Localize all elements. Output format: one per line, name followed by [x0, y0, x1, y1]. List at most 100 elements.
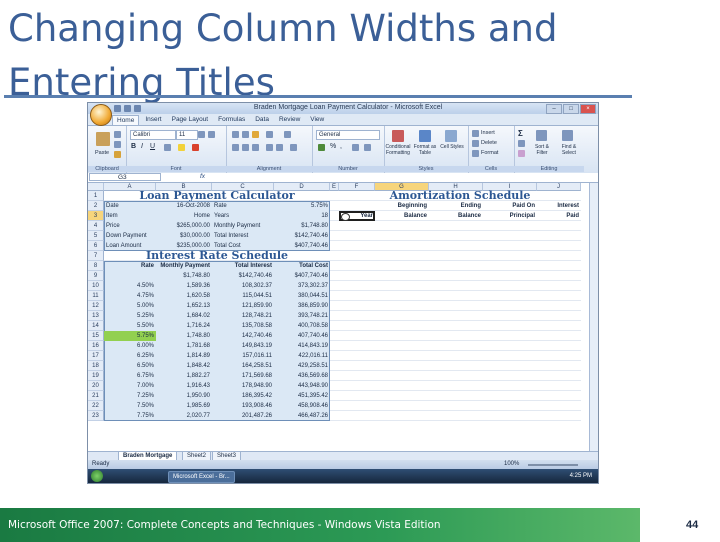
- loan-label-cell[interactable]: Loan Amount: [104, 241, 156, 251]
- format-as-table-icon[interactable]: [419, 130, 431, 142]
- rate-row-cell[interactable]: 121,859.90: [212, 301, 274, 311]
- rate-row-cell[interactable]: 7.25%: [104, 391, 156, 401]
- font-color-icon[interactable]: [192, 144, 199, 151]
- grow-font-icon[interactable]: [198, 131, 205, 138]
- paste-button[interactable]: Paste: [95, 150, 109, 156]
- row-header-12[interactable]: 12: [88, 301, 104, 311]
- amortization-header-bottom[interactable]: Principal: [483, 211, 537, 221]
- copy-icon[interactable]: [114, 141, 121, 148]
- loan-value-cell[interactable]: Home: [156, 211, 212, 221]
- rate-row-cell[interactable]: 4.75%: [104, 291, 156, 301]
- rate-row-cell[interactable]: 1,620.58: [156, 291, 212, 301]
- rate-row-cell[interactable]: 7.00%: [104, 381, 156, 391]
- rate-row-cell[interactable]: 1,882.27: [156, 371, 212, 381]
- rate-header-cell[interactable]: Monthly Payment: [156, 261, 212, 271]
- rate-header-cell[interactable]: Total Cost: [274, 261, 330, 271]
- rate-row-cell[interactable]: 1,916.43: [156, 381, 212, 391]
- rate-top-row-cell[interactable]: $407,740.46: [274, 271, 330, 281]
- borders-icon[interactable]: [164, 144, 171, 151]
- row-header-8[interactable]: 8: [88, 261, 104, 271]
- rate-row-cell[interactable]: 149,843.19: [212, 341, 274, 351]
- tab-page-layout[interactable]: Page Layout: [168, 115, 213, 125]
- rate-row-cell[interactable]: 1,985.69: [156, 401, 212, 411]
- sort-filter-button[interactable]: Sort & Filter: [530, 144, 554, 156]
- comma-style-icon[interactable]: ,: [340, 143, 342, 150]
- delete-cells-icon[interactable]: [472, 140, 479, 147]
- row-header-5[interactable]: 5: [88, 231, 104, 241]
- rate-row-cell[interactable]: 6.00%: [104, 341, 156, 351]
- tab-home[interactable]: Home: [112, 115, 140, 125]
- merge-center-icon[interactable]: [290, 144, 297, 151]
- rate-row-cell[interactable]: 422,016.11: [274, 351, 330, 361]
- amortization-header-bottom[interactable]: Balance: [429, 211, 483, 221]
- bold-icon[interactable]: B: [131, 143, 136, 150]
- row-header-15[interactable]: 15: [88, 331, 104, 341]
- calc-value-cell[interactable]: $407,740.46: [274, 241, 330, 251]
- rate-row-cell[interactable]: 1,589.36: [156, 281, 212, 291]
- shrink-font-icon[interactable]: [208, 131, 215, 138]
- conditional-formatting-icon[interactable]: [392, 130, 404, 142]
- rate-row-cell[interactable]: 443,948.90: [274, 381, 330, 391]
- row-header-19[interactable]: 19: [88, 371, 104, 381]
- loan-label-cell[interactable]: Item: [104, 211, 156, 221]
- increase-decimal-icon[interactable]: [352, 144, 359, 151]
- amortization-header-bottom[interactable]: Balance: [375, 211, 429, 221]
- row-header-4[interactable]: 4: [88, 221, 104, 231]
- loan-label-cell[interactable]: Price: [104, 221, 156, 231]
- clear-icon[interactable]: [518, 150, 525, 157]
- column-header-e[interactable]: E: [330, 183, 339, 191]
- align-center-icon[interactable]: [242, 144, 249, 151]
- tab-insert[interactable]: Insert: [141, 115, 165, 125]
- row-header-23[interactable]: 23: [88, 411, 104, 421]
- rate-row-cell[interactable]: 1,781.68: [156, 341, 212, 351]
- calc-value-cell[interactable]: 5.75%: [274, 201, 330, 211]
- rate-row-cell[interactable]: 6.25%: [104, 351, 156, 361]
- format-painter-icon[interactable]: [114, 151, 121, 158]
- rate-row-cell[interactable]: 466,487.26: [274, 411, 330, 421]
- rate-row-cell[interactable]: 400,708.58: [274, 321, 330, 331]
- start-button[interactable]: [91, 470, 103, 482]
- rate-row-cell[interactable]: 1,652.13: [156, 301, 212, 311]
- close-icon[interactable]: ×: [580, 104, 596, 114]
- rate-header-cell[interactable]: Rate: [104, 261, 156, 271]
- save-icon[interactable]: [114, 105, 121, 112]
- taskbar-excel-item[interactable]: Microsoft Excel - Br...: [168, 471, 235, 483]
- loan-label-cell[interactable]: Down Payment: [104, 231, 156, 241]
- tab-data[interactable]: Data: [251, 115, 273, 125]
- orientation-icon[interactable]: [266, 131, 273, 138]
- font-name-select[interactable]: Calibri: [130, 130, 176, 140]
- rate-row-cell[interactable]: 5.00%: [104, 301, 156, 311]
- conditional-formatting-button[interactable]: Conditional Formatting: [384, 144, 412, 156]
- select-all-corner[interactable]: [88, 183, 104, 191]
- rate-row-cell[interactable]: 201,487.26: [212, 411, 274, 421]
- delete-button[interactable]: Delete: [481, 140, 497, 146]
- rate-row-cell[interactable]: 5.25%: [104, 311, 156, 321]
- rate-row-cell[interactable]: 7.75%: [104, 411, 156, 421]
- rate-row-cell[interactable]: 414,843.19: [274, 341, 330, 351]
- align-middle-icon[interactable]: [242, 131, 249, 138]
- rate-row-cell[interactable]: 2,020.77: [156, 411, 212, 421]
- maximize-icon[interactable]: □: [563, 104, 579, 114]
- underline-icon[interactable]: U: [150, 143, 155, 150]
- align-bottom-icon[interactable]: [252, 131, 259, 138]
- tab-formulas[interactable]: Formulas: [214, 115, 249, 125]
- rate-row-cell[interactable]: 373,302.37: [274, 281, 330, 291]
- rate-row-cell[interactable]: 171,569.68: [212, 371, 274, 381]
- rate-row-cell[interactable]: 1,950.90: [156, 391, 212, 401]
- format-as-table-button[interactable]: Format as Table: [412, 144, 438, 156]
- tab-review[interactable]: Review: [275, 115, 304, 125]
- loan-label-cell[interactable]: Date: [104, 201, 156, 211]
- rate-row-cell[interactable]: 178,948.90: [212, 381, 274, 391]
- loan-value-cell[interactable]: $265,000.00: [156, 221, 212, 231]
- rate-row-cell[interactable]: 115,044.51: [212, 291, 274, 301]
- currency-icon[interactable]: [318, 144, 325, 151]
- row-header-22[interactable]: 22: [88, 401, 104, 411]
- row-header-1[interactable]: 1: [88, 191, 104, 201]
- rate-row-cell[interactable]: 1,748.80: [156, 331, 212, 341]
- amortization-header-top[interactable]: Ending: [429, 201, 483, 211]
- percent-icon[interactable]: %: [330, 143, 336, 150]
- row-header-13[interactable]: 13: [88, 311, 104, 321]
- zoom-slider[interactable]: [528, 464, 578, 466]
- fx-icon[interactable]: fx: [200, 173, 205, 180]
- row-header-14[interactable]: 14: [88, 321, 104, 331]
